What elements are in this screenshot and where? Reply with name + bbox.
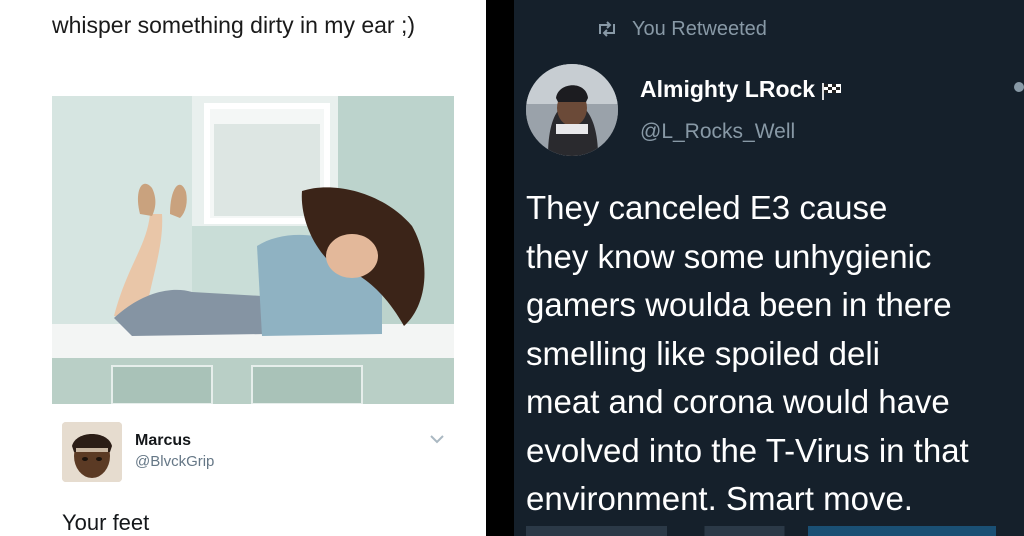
- retweet-indicator: You Retweeted: [596, 14, 767, 44]
- more-options-icon[interactable]: [1014, 82, 1024, 92]
- tweet-text: whisper something dirty in my ear ;): [52, 12, 416, 38]
- retweet-icon: [596, 20, 618, 38]
- reply-text: Your feet: [62, 510, 150, 535]
- tweet-photo[interactable]: [52, 96, 454, 404]
- chevron-down-icon[interactable]: [428, 430, 446, 448]
- reply-author-handle[interactable]: @BlvckGrip: [135, 453, 214, 470]
- tweet-metadata-row: [526, 526, 996, 536]
- reply-author-name[interactable]: Marcus: [135, 432, 191, 450]
- right-tweet-panel: You Retweeted Almighty LRock @L_Rocks_We…: [514, 0, 1024, 536]
- tweet-text: They canceled E3 cause they know some un…: [526, 189, 969, 517]
- panel-divider: [486, 0, 514, 536]
- checkered-flag-icon: [819, 80, 845, 100]
- avatar[interactable]: [62, 422, 122, 482]
- retweet-label: You Retweeted: [632, 17, 767, 40]
- author-name[interactable]: Almighty LRock: [640, 76, 845, 103]
- author-handle[interactable]: @L_Rocks_Well: [640, 120, 795, 144]
- author-name-text: Almighty LRock: [640, 76, 816, 102]
- avatar[interactable]: [526, 64, 618, 156]
- left-tweet-panel: whisper something dirty in my ear ;) Mar…: [0, 0, 486, 536]
